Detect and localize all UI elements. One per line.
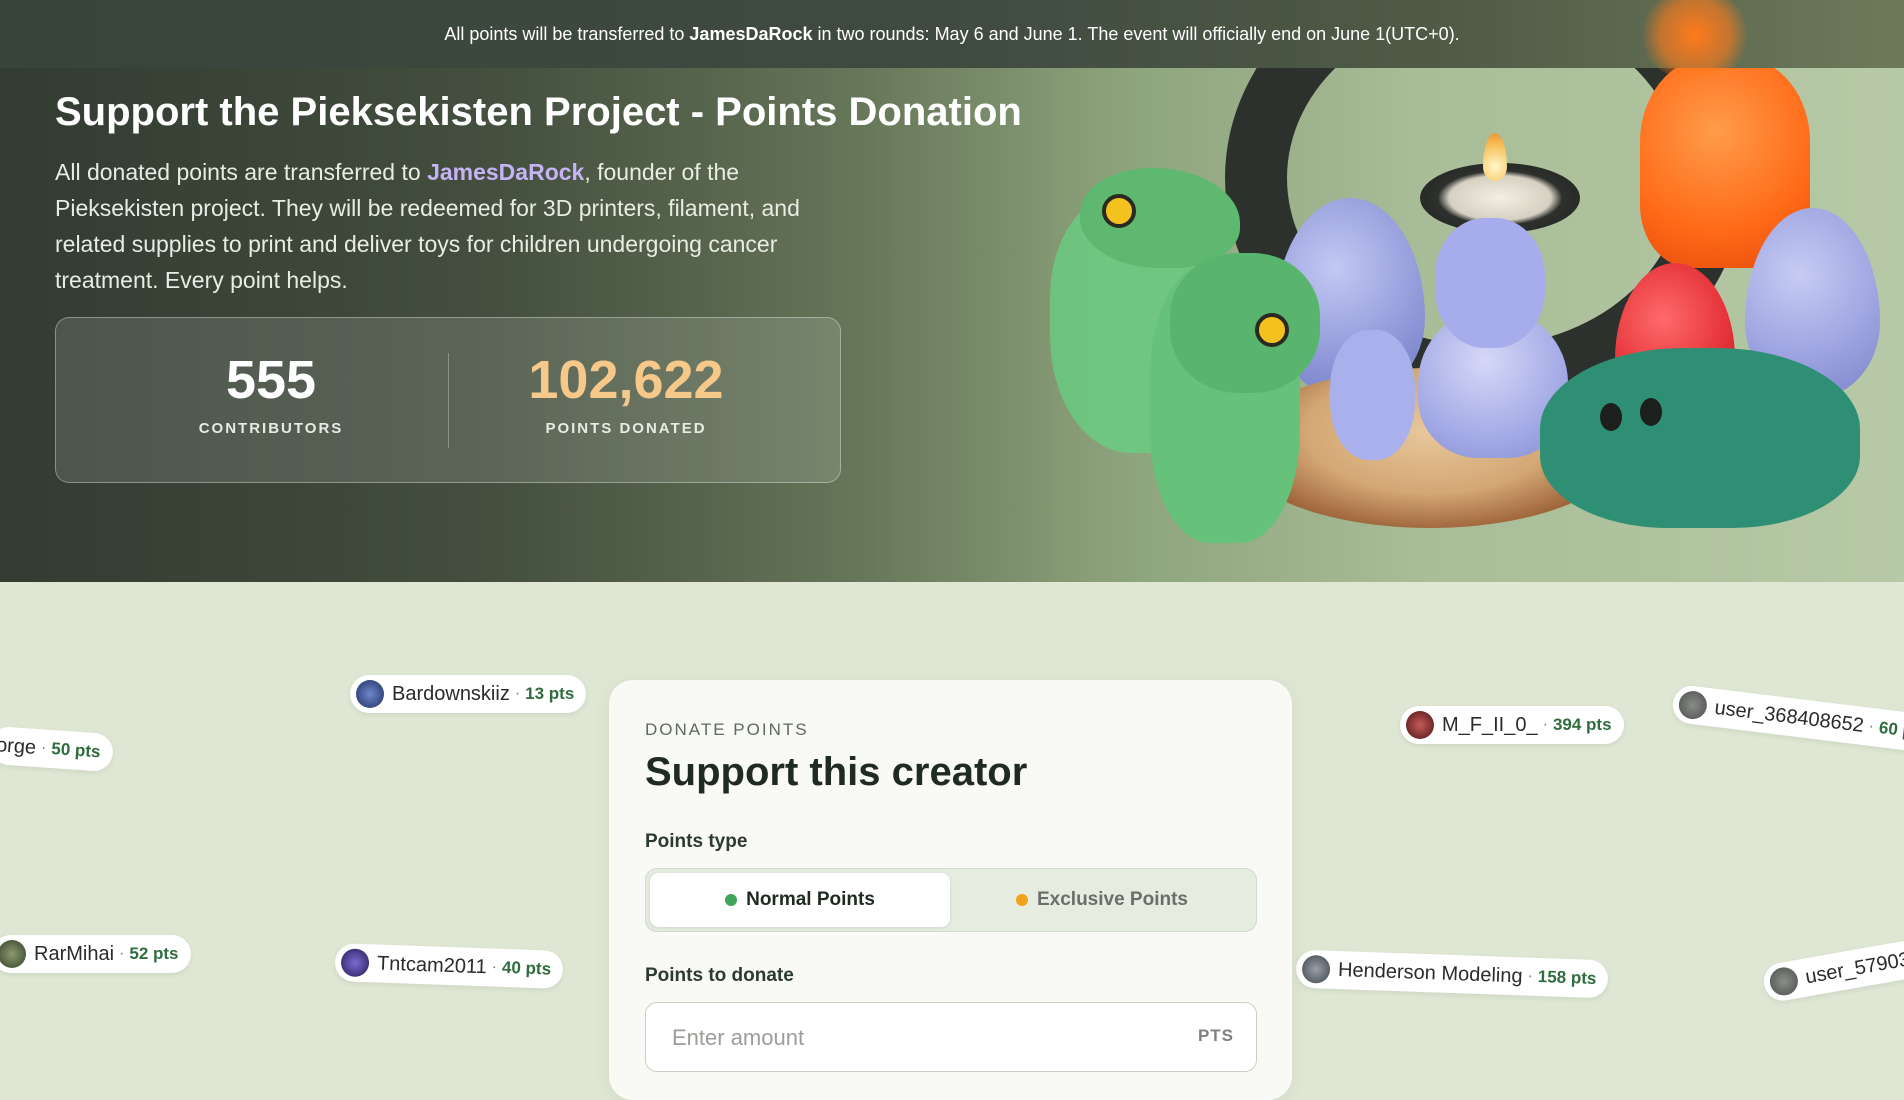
donor-separator: ·: [491, 958, 498, 976]
green-trex-front-head: [1170, 253, 1320, 393]
donor-name: Henderson Modeling: [1337, 958, 1523, 987]
points-donated-label: POINTS DONATED: [545, 420, 707, 437]
amount-unit: PTS: [1197, 1026, 1234, 1045]
donor-points: 40 pts: [501, 957, 552, 979]
trex-front-eye: [1255, 313, 1289, 347]
exclusive-points-option[interactable]: Exclusive Points: [952, 873, 1252, 927]
donor-points: 13 pts: [525, 684, 575, 703]
exclusive-points-label: Exclusive Points: [1036, 889, 1188, 910]
donate-eyebrow: DONATE POINTS: [645, 720, 809, 739]
points-type-label: Points type: [645, 831, 748, 852]
donor-name: user_57903: [1803, 947, 1904, 988]
donor-points: 52 pts: [129, 944, 179, 963]
donor-chip: user_368408652 · 60 pts: [1670, 683, 1904, 755]
donor-points: 394 pts: [1552, 715, 1612, 734]
green-trex-head: [1080, 168, 1240, 268]
banner-text-before: All points will be transferred to: [444, 23, 690, 44]
green-dot-icon: [725, 894, 738, 906]
avatar: [1406, 711, 1434, 739]
donor-points: 60 pts: [1877, 717, 1904, 743]
amount-input[interactable]: [670, 1021, 1154, 1055]
donor-name: Bardownskiiz: [392, 682, 510, 705]
desc-before: All donated points are transferred to: [55, 159, 428, 185]
avatar: [1301, 954, 1331, 984]
hero-description: All donated points are transferred to Ja…: [55, 154, 855, 298]
donor-points: 158 pts: [1537, 966, 1597, 989]
donor-chip: M_F_II_0_ · 394 pts: [1400, 706, 1624, 744]
donor-separator: ·: [1867, 717, 1876, 736]
donor-points: 50 pts: [50, 739, 102, 762]
donor-name: M_F_II_0_: [1442, 713, 1538, 736]
points-type-toggle: Normal Points Exclusive Points: [645, 868, 1257, 932]
donor-separator: ·: [514, 685, 521, 702]
avatar: [1677, 689, 1709, 721]
contributors-stat: 555 CONTRIBUTORS: [121, 348, 421, 437]
orange-dot-icon: [1015, 894, 1028, 906]
donate-title: Support this creator: [645, 750, 1028, 794]
amount-field: PTS: [645, 1002, 1257, 1072]
normal-points-label: Normal Points: [746, 889, 875, 910]
donate-card: DONATE POINTS Support this creator Point…: [609, 680, 1292, 1100]
donor-chip: Bardownskiiz · 13 pts: [350, 675, 587, 713]
page-title: Support the Pieksekisten Project - Point…: [55, 90, 1022, 134]
donor-chip: Tntcam2011 · 40 pts: [334, 943, 564, 989]
points-donated-count: 102,622: [528, 350, 724, 410]
contributors-label: CONTRIBUTORS: [198, 420, 344, 437]
teal-dragon-toy: [1540, 348, 1860, 528]
donor-separator: ·: [1527, 967, 1534, 985]
avatar: [0, 940, 26, 968]
donor-name: orge: [0, 733, 37, 759]
avatar: [340, 948, 370, 978]
donor-name: Tntcam2011: [376, 951, 488, 978]
hero-illustration: [1010, 68, 1904, 582]
donor-chip: Henderson Modeling · 158 pts: [1295, 949, 1610, 999]
donor-separator: ·: [119, 945, 125, 962]
banner-recipient: JamesDaRock: [689, 23, 813, 44]
hero-section: Support the Pieksekisten Project - Point…: [0, 68, 1904, 582]
donor-chip: RarMihai · 52 pts: [0, 935, 191, 973]
donor-chip: user_57903: [1760, 938, 1904, 1004]
teal-dragon-eye-2: [1640, 398, 1662, 426]
avatar: [356, 680, 384, 708]
points-stat: 102,622 POINTS DONATED: [476, 348, 776, 437]
banner-text-after: in two rounds: May 6 and June 1. The eve…: [812, 23, 1460, 44]
normal-points-option[interactable]: Normal Points: [650, 873, 950, 927]
founder-link[interactable]: JamesDaRock: [427, 159, 584, 185]
small-purple-dragon-toy: [1330, 330, 1415, 460]
announcement-banner: All points will be transferred to JamesD…: [0, 0, 1904, 68]
teal-dragon-eye: [1600, 403, 1622, 431]
trex-eye: [1102, 194, 1136, 228]
stats-panel: 555 CONTRIBUTORS 102,622 POINTS DONATED: [55, 317, 841, 483]
donor-separator: ·: [40, 739, 47, 757]
donor-name: RarMihai: [34, 942, 115, 965]
contributors-count: 555: [225, 350, 317, 410]
avatar: [1767, 965, 1801, 998]
amount-label: Points to donate: [645, 965, 794, 986]
purple-dragon-toy: [1435, 218, 1545, 348]
stats-divider: [448, 353, 449, 448]
donor-name: user_368408652: [1713, 696, 1866, 737]
donor-chip: orge · 50 pts: [0, 725, 114, 773]
donor-separator: ·: [1542, 716, 1548, 733]
